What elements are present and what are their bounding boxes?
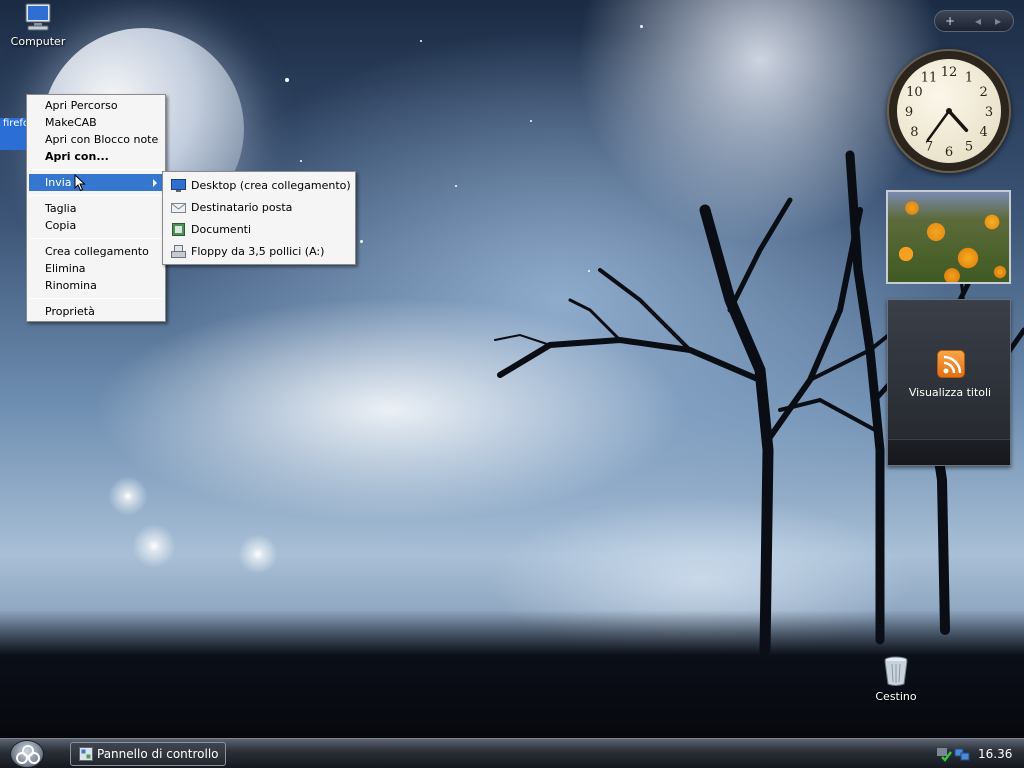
documents-icon — [172, 223, 185, 236]
star — [285, 78, 289, 82]
menu-separator — [29, 238, 163, 239]
menu-item-proprieta[interactable]: Proprietà — [27, 303, 165, 320]
clock-gadget[interactable]: 12 1 2 3 4 5 6 7 8 9 10 11 — [887, 49, 1011, 173]
recycle-bin-label: Cestino — [875, 690, 917, 703]
submenu-item-label: Destinatario posta — [191, 201, 293, 214]
submenu-item-floppy[interactable]: Floppy da 3,5 pollici (A:) — [163, 241, 355, 263]
star — [640, 25, 643, 28]
recycle-bin-icon — [884, 656, 908, 686]
floppy-icon — [171, 245, 186, 258]
clock-numeral: 10 — [906, 85, 923, 100]
rss-feed-icon — [937, 350, 965, 378]
menu-item-invia-label: Invia — [45, 176, 72, 189]
menu-item-elimina[interactable]: Elimina — [27, 260, 165, 277]
menu-separator — [29, 195, 163, 196]
clock-numeral: 6 — [945, 145, 953, 160]
clock-face: 12 1 2 3 4 5 6 7 8 9 10 11 — [897, 59, 1001, 163]
clock-center-pin — [946, 108, 952, 114]
star — [455, 185, 457, 187]
taskbar-button-label: Pannello di controllo — [97, 747, 219, 761]
submenu-item-mail[interactable]: Destinatario posta — [163, 197, 355, 219]
submenu-item-label: Documenti — [191, 223, 252, 236]
taskbar-button-control-panel[interactable]: Pannello di controllo — [70, 742, 226, 766]
slideshow-gadget[interactable] — [886, 190, 1011, 284]
feed-headlines-gadget[interactable]: Visualizza titoli — [887, 299, 1011, 466]
submenu-item-desktop[interactable]: Desktop (crea collegamento) — [163, 175, 355, 197]
menu-separator — [29, 169, 163, 170]
clock-numeral: 1 — [965, 70, 973, 85]
system-tray: 16.36 — [930, 742, 1024, 766]
clock-hour-hand — [947, 109, 969, 133]
desktop-icon — [171, 179, 186, 192]
menu-item-apri-percorso[interactable]: Apri Percorso — [27, 97, 165, 114]
menu-item-apri-con[interactable]: Apri con... — [27, 148, 165, 165]
menu-item-copia[interactable]: Copia — [27, 217, 165, 234]
clock-numeral: 3 — [985, 105, 993, 120]
context-menu: Apri Percorso MakeCAB Apri con Blocco no… — [26, 94, 166, 322]
star — [300, 160, 302, 162]
computer-desktop-icon[interactable]: Computer — [6, 2, 70, 48]
submenu-item-documents[interactable]: Documenti — [163, 219, 355, 241]
menu-item-taglia[interactable]: Taglia — [27, 200, 165, 217]
taskbar-clock[interactable]: 16.36 — [978, 742, 1012, 766]
menu-separator — [29, 298, 163, 299]
clock-numeral: 9 — [905, 105, 913, 120]
add-gadget-button[interactable]: + — [941, 13, 959, 29]
star — [360, 240, 363, 243]
clock-numeral: 2 — [979, 85, 987, 100]
menu-item-apri-con-blocco-note[interactable]: Apri con Blocco note — [27, 131, 165, 148]
clock-numeral: 4 — [979, 125, 987, 140]
menu-item-makecab[interactable]: MakeCAB — [27, 114, 165, 131]
mail-icon — [171, 203, 186, 213]
next-page-button[interactable]: ▸ — [991, 13, 1005, 29]
send-to-submenu: Desktop (crea collegamento) Destinatario… — [162, 171, 356, 265]
clock-minute-hand — [926, 109, 951, 142]
control-panel-icon — [79, 747, 93, 761]
taskbar: Pannello di controllo 16.36 — [0, 738, 1024, 768]
previous-page-button[interactable]: ◂ — [971, 13, 985, 29]
star-flare — [238, 534, 278, 574]
mouse-cursor-icon — [74, 174, 86, 192]
menu-item-crea-collegamento[interactable]: Crea collegamento — [27, 243, 165, 260]
menu-item-invia[interactable]: Invia — [29, 174, 163, 191]
feed-gadget-label: Visualizza titoli — [908, 386, 992, 399]
recycle-bin-desktop-icon[interactable]: Cestino — [864, 655, 928, 703]
submenu-item-label: Desktop (crea collegamento) — [191, 179, 351, 192]
clock-numeral: 5 — [965, 140, 973, 155]
clock-numeral: 7 — [925, 140, 933, 155]
star — [530, 120, 532, 122]
start-button[interactable] — [10, 740, 44, 768]
menu-item-rinomina[interactable]: Rinomina — [27, 277, 165, 294]
star — [420, 40, 422, 42]
security-check-icon[interactable] — [936, 746, 952, 762]
feed-gadget-footer — [888, 439, 1010, 465]
sidebar-controls: + ◂ ▸ — [934, 10, 1014, 32]
clock-dial: 12 12 3 45678 9 1011 — [905, 65, 993, 160]
clock-numeral: 11 — [921, 70, 938, 85]
star-flare — [108, 476, 148, 516]
computer-icon — [25, 3, 51, 31]
star-flare — [132, 524, 176, 568]
submenu-arrow-icon — [153, 179, 157, 187]
computer-label: Computer — [10, 35, 66, 48]
clock-numeral: 8 — [910, 125, 918, 140]
start-orb-icon — [16, 745, 40, 764]
submenu-item-label: Floppy da 3,5 pollici (A:) — [191, 245, 325, 258]
clock-numeral: 12 — [941, 65, 958, 80]
network-icon[interactable] — [954, 746, 970, 762]
